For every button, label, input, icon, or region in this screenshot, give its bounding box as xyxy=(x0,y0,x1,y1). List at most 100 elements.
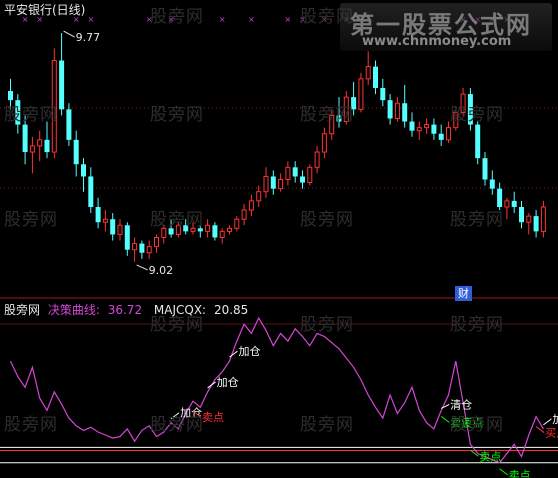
candle-body xyxy=(270,176,276,189)
candle-body xyxy=(482,158,488,180)
signal-label: 加仓 xyxy=(239,344,261,358)
finance-badge[interactable]: 财 xyxy=(455,286,472,301)
candle-body xyxy=(358,78,364,110)
candle-body xyxy=(197,228,203,232)
candle-body xyxy=(219,230,225,238)
candle-body xyxy=(489,179,495,189)
signal-marker: × xyxy=(146,15,153,24)
candle-body xyxy=(321,133,327,153)
candle-body xyxy=(329,114,335,135)
candle-body xyxy=(365,66,371,80)
signal-pointer xyxy=(543,418,552,426)
candle-body xyxy=(117,224,123,235)
candle-body xyxy=(431,124,437,134)
candle-body xyxy=(351,97,357,110)
candle-body xyxy=(540,206,546,232)
candle-body xyxy=(438,133,444,140)
signal-label: 卖点 xyxy=(479,450,501,463)
chart-title: 平安银行(日线) xyxy=(4,3,86,17)
signal-label: 卖点 xyxy=(202,411,224,424)
candle-body xyxy=(467,94,473,125)
candle-body xyxy=(190,227,196,232)
candle-body xyxy=(29,145,35,153)
candle-body xyxy=(102,218,108,223)
candle-body xyxy=(300,176,305,183)
signal-marker: × xyxy=(474,15,481,24)
candle-body xyxy=(241,209,247,220)
high-label: 9.77 xyxy=(76,31,101,44)
candle-body xyxy=(154,236,159,248)
candle-body xyxy=(95,206,101,223)
decision-curve-line xyxy=(9,316,544,464)
signal-label: 加 xyxy=(552,413,558,426)
candle-body xyxy=(227,227,232,232)
signal-pointer xyxy=(207,381,216,389)
candle-body xyxy=(81,164,86,177)
candle-body xyxy=(285,166,291,181)
candle-body xyxy=(409,121,415,131)
signal-marker: × xyxy=(219,15,226,24)
candle-body xyxy=(8,91,13,101)
signal-label: 卖点 xyxy=(509,469,531,478)
candle-body xyxy=(88,176,94,207)
indicator1-value: 36.72 xyxy=(107,303,143,317)
candle-body xyxy=(168,228,174,235)
candle-body xyxy=(139,243,145,253)
candle-body xyxy=(212,225,218,238)
candle-body xyxy=(256,191,262,202)
signal-label: 买点买 xyxy=(545,427,558,440)
candle-body xyxy=(132,243,138,251)
candle-body xyxy=(424,124,430,129)
candle-body xyxy=(292,167,298,177)
candle-body xyxy=(15,100,21,125)
candle-body xyxy=(124,225,130,250)
candle-body xyxy=(73,139,79,165)
signal-marker: × xyxy=(321,15,328,24)
candle-body xyxy=(519,206,524,223)
candle-body xyxy=(511,200,517,207)
candle-body xyxy=(146,246,152,254)
candle-body xyxy=(373,66,378,88)
signal-label: 加仓 xyxy=(180,406,202,420)
signal-label: 清仓 xyxy=(450,397,472,411)
candle-body xyxy=(497,188,503,207)
signal-marker: × xyxy=(460,15,467,24)
candle-body xyxy=(387,100,393,119)
signal-label: 加仓 xyxy=(217,375,239,389)
candle-body xyxy=(110,219,116,235)
candle-body xyxy=(248,200,254,211)
candle-body xyxy=(460,93,466,113)
candle-body xyxy=(416,127,422,132)
signal-marker: × xyxy=(299,15,306,24)
high-pointer xyxy=(63,30,75,38)
signal-label: 卖疲点 xyxy=(450,415,483,429)
candle-body xyxy=(278,179,284,190)
signal-marker: × xyxy=(248,15,255,24)
candle-body xyxy=(402,103,408,122)
candle-body xyxy=(446,127,451,141)
low-label: 9.02 xyxy=(149,264,174,277)
candle-body xyxy=(533,216,539,232)
signal-marker: × xyxy=(504,15,511,24)
candle-body xyxy=(343,96,349,123)
candle-body xyxy=(307,166,313,184)
signal-pointer xyxy=(499,468,508,476)
indicator-panel-header: 股旁网 决策曲线: 36.72 MAJCQX: 20.85 xyxy=(4,301,248,318)
signal-marker: × xyxy=(358,15,365,24)
candle-body xyxy=(44,139,50,153)
signal-marker: × xyxy=(168,15,175,24)
candle-body xyxy=(37,139,43,147)
candle-body xyxy=(263,175,269,193)
signal-pointer xyxy=(440,403,450,409)
candle-body xyxy=(205,224,211,232)
signal-marker: × xyxy=(87,15,94,24)
indicator2-label: MAJCQX: xyxy=(153,303,207,317)
candle-body xyxy=(380,87,386,101)
signal-marker: × xyxy=(489,15,496,24)
signal-pointer xyxy=(440,415,450,423)
candle-body xyxy=(59,60,65,110)
candle-body xyxy=(475,124,481,159)
candle-body xyxy=(175,224,181,235)
indicator2-value: 20.85 xyxy=(213,303,249,317)
low-pointer xyxy=(136,264,148,271)
